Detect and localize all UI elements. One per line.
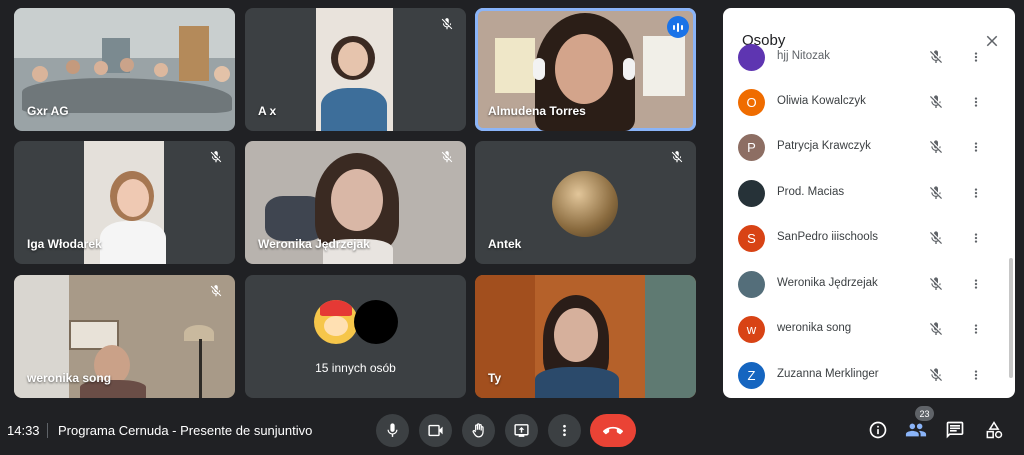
mic-off-icon <box>209 284 223 298</box>
avatar: O <box>738 89 765 116</box>
avatar <box>354 300 398 344</box>
people-button[interactable] <box>904 418 928 442</box>
video-tile-gxr-ag[interactable]: Gxr AG <box>14 8 235 131</box>
end-call-icon <box>603 426 623 434</box>
meeting-info-button[interactable] <box>866 418 890 442</box>
camera-icon <box>428 424 443 437</box>
mic-icon <box>384 422 401 439</box>
video-tile-almudena-torres[interactable]: Almudena Torres <box>475 8 696 131</box>
participant-name: Ty <box>488 371 502 385</box>
avatar <box>552 171 618 237</box>
avatar <box>738 271 765 298</box>
participant-row[interactable]: P Patrycja Krawczyk <box>723 125 1015 170</box>
mic-off-icon[interactable] <box>928 321 944 337</box>
chat-icon <box>946 421 964 439</box>
participant-name: A x <box>258 104 277 118</box>
camera-button[interactable] <box>419 414 452 447</box>
mic-off-icon <box>440 150 454 164</box>
participant-row[interactable]: Prod. Macias <box>723 171 1015 216</box>
participant-row[interactable]: S SanPedro iiischools <box>723 216 1015 261</box>
mic-off-icon <box>440 17 454 31</box>
participant-name: Almudena Torres <box>488 104 586 118</box>
people-icon <box>905 423 927 437</box>
mic-off-icon <box>209 150 223 164</box>
bottom-control-bar: 14:33 Programa Cernuda - Presente de sun… <box>0 406 1024 455</box>
participant-row[interactable]: w weronika song <box>723 307 1015 352</box>
more-vert-icon[interactable] <box>969 94 983 110</box>
scrollbar[interactable] <box>1009 258 1013 378</box>
more-options-button[interactable] <box>548 414 581 447</box>
mic-off-icon[interactable] <box>928 185 944 201</box>
avatar <box>738 44 765 71</box>
participant-name: Weronika Jędrzejak <box>777 277 878 289</box>
video-tile-weronika-song[interactable]: weronika song <box>14 275 235 398</box>
meet-window: Gxr AG A x Almudena Torres Iga Włodarek … <box>0 0 1024 455</box>
participant-name: Patrycja Krawczyk <box>777 140 871 152</box>
participant-name: Weronika Jędrzejak <box>258 237 370 251</box>
participant-name: Gxr AG <box>27 104 69 118</box>
camera-video <box>475 275 696 398</box>
mic-off-icon[interactable] <box>928 230 944 246</box>
participant-row[interactable]: hjj Nitozak <box>723 35 1015 80</box>
more-vert-icon <box>556 422 573 439</box>
avatar <box>314 300 358 344</box>
video-tile-others[interactable]: 15 innych osób <box>245 275 466 398</box>
participant-name: SanPedro iiischools <box>777 231 879 243</box>
others-count-label: 15 innych osób <box>315 361 396 375</box>
end-call-button[interactable] <box>590 414 636 447</box>
clock: 14:33 <box>7 423 40 438</box>
avatar: w <box>738 316 765 343</box>
video-tile-self[interactable]: Ty <box>475 275 696 398</box>
more-vert-icon[interactable] <box>969 276 983 292</box>
participant-name: weronika song <box>27 371 112 385</box>
people-panel: Osoby hjj Nitozak O Oliwia Kowalczyk P P… <box>723 8 1015 398</box>
video-tile-a-x[interactable]: A x <box>245 8 466 131</box>
video-tile-iga-wlodarek[interactable]: Iga Włodarek <box>14 141 235 264</box>
more-vert-icon[interactable] <box>969 49 983 65</box>
mic-button[interactable] <box>376 414 409 447</box>
more-vert-icon[interactable] <box>969 367 983 383</box>
activities-icon <box>986 421 1003 439</box>
info-icon <box>869 421 887 439</box>
participant-name: Antek <box>488 237 522 251</box>
avatar: S <box>738 225 765 252</box>
more-vert-icon[interactable] <box>969 185 983 201</box>
avatar: Z <box>738 362 765 389</box>
speaking-indicator-icon <box>667 16 689 38</box>
participant-row[interactable]: Z Zuzanna Merklinger <box>723 353 1015 398</box>
present-screen-button[interactable] <box>505 414 538 447</box>
mic-off-icon[interactable] <box>928 94 944 110</box>
participant-name: Iga Włodarek <box>27 237 102 251</box>
mic-off-icon[interactable] <box>928 276 944 292</box>
divider <box>47 423 48 438</box>
participant-row[interactable]: O Oliwia Kowalczyk <box>723 80 1015 125</box>
raise-hand-icon <box>472 423 484 438</box>
participant-name: hjj Nitozak <box>777 50 831 62</box>
activities-button[interactable] <box>982 418 1006 442</box>
participant-count-badge: 23 <box>915 406 934 421</box>
mic-off-icon <box>670 150 684 164</box>
more-vert-icon[interactable] <box>969 230 983 246</box>
participant-row[interactable]: Weronika Jędrzejak <box>723 262 1015 307</box>
chat-button[interactable] <box>943 418 967 442</box>
participant-name: weronika song <box>777 322 852 334</box>
video-tile-antek[interactable]: Antek <box>475 141 696 264</box>
participant-name: Zuzanna Merklinger <box>777 368 879 380</box>
more-vert-icon[interactable] <box>969 321 983 337</box>
avatar: P <box>738 134 765 161</box>
avatar <box>738 180 765 207</box>
mic-off-icon[interactable] <box>928 49 944 65</box>
mic-off-icon[interactable] <box>928 367 944 383</box>
meeting-title: Programa Cernuda - Presente de sunjuntiv… <box>58 423 313 438</box>
raise-hand-button[interactable] <box>462 414 495 447</box>
participant-name: Prod. Macias <box>777 186 845 198</box>
participant-name: Oliwia Kowalczyk <box>777 95 866 107</box>
more-vert-icon[interactable] <box>969 139 983 155</box>
mic-off-icon[interactable] <box>928 139 944 155</box>
present-screen-icon <box>514 424 529 437</box>
camera-video <box>245 8 466 131</box>
video-tile-weronika-jedrzejak[interactable]: Weronika Jędrzejak <box>245 141 466 264</box>
